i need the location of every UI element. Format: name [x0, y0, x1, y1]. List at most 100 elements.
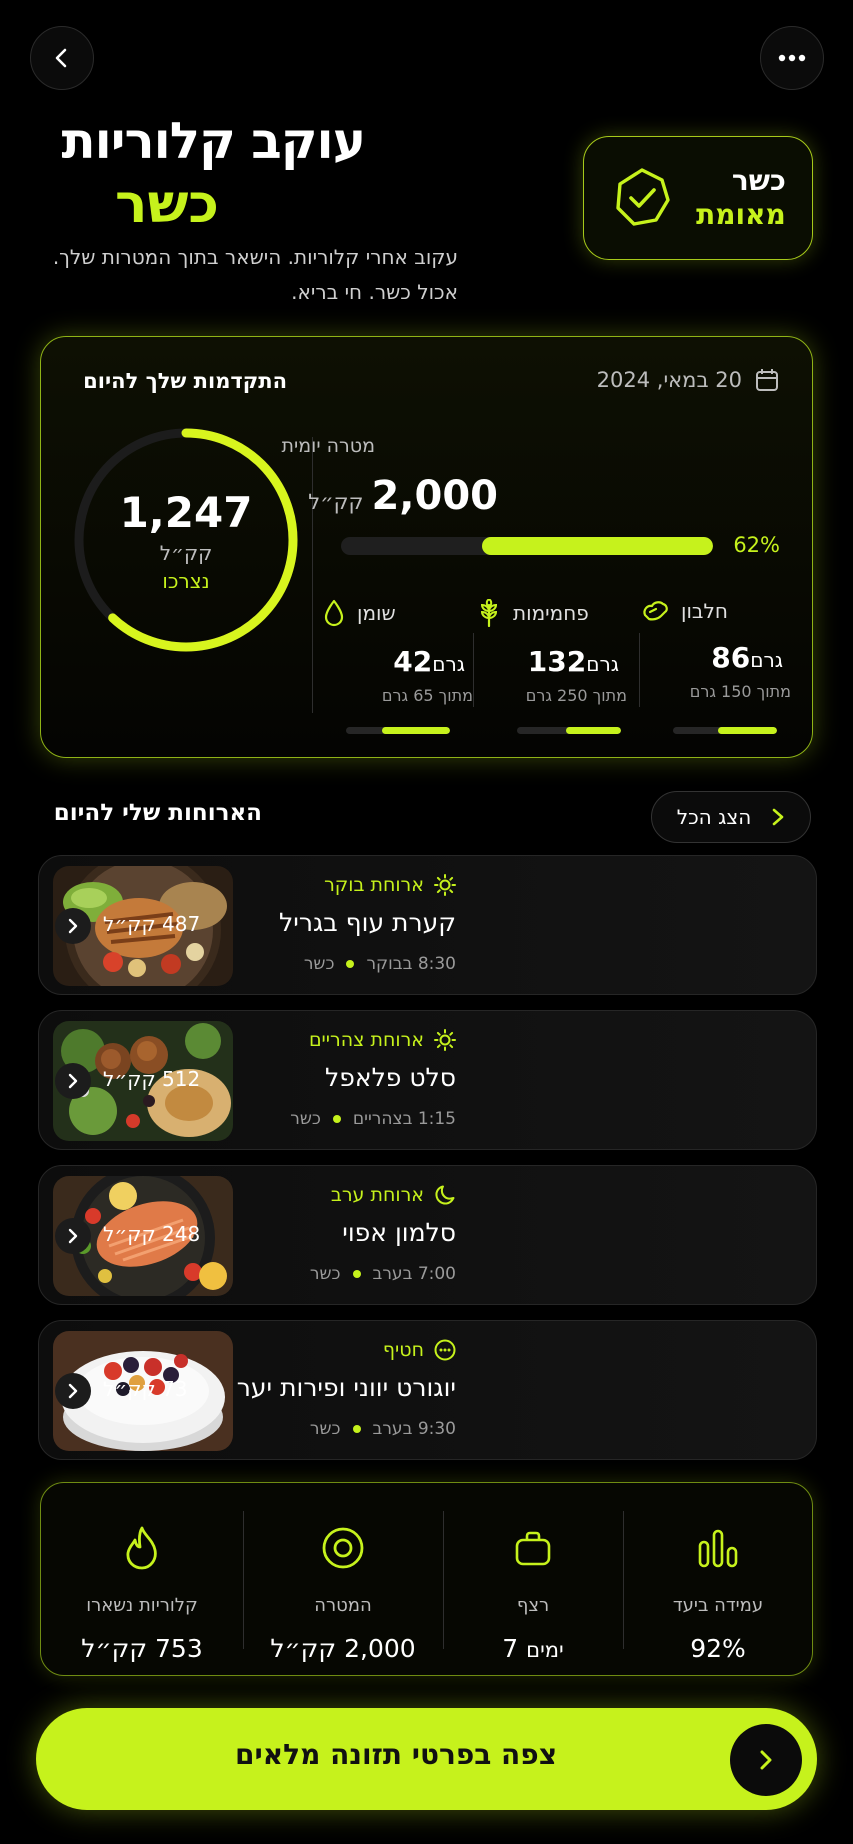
macro-carbs-name: פחמימות — [513, 601, 589, 625]
daily-goal-number: 2,000 — [371, 473, 498, 519]
macro-fat-value: גרם42 — [323, 645, 473, 678]
meal-category-label: ארוחת בוקר — [324, 874, 424, 896]
stat-adherence: עמידה ביעד 92% — [623, 1483, 813, 1677]
cta-arrow — [730, 1724, 802, 1796]
daily-progress-card: התקדמות שלך להיום 20 במאי, 2024 1,247 קק… — [40, 336, 813, 758]
meal-category: ארוחת צהריים — [309, 1029, 456, 1051]
meal-meta: 7:00 בערב כשר — [310, 1264, 456, 1284]
see-all-label: הצג הכל — [676, 805, 752, 829]
meal-category: חטיף — [383, 1339, 456, 1361]
sun-icon — [434, 1029, 456, 1051]
sun-icon — [434, 874, 456, 896]
calendar-icon — [756, 369, 778, 391]
macro-protein: חלבון גרם86 מתוך 150 גרם — [641, 599, 791, 701]
meal-meta: 8:30 בבוקר כשר — [304, 954, 456, 974]
chevron-right-icon — [772, 808, 784, 826]
view-nutrition-details-button[interactable]: צפה בפרטי תזונה מלאים — [36, 1708, 817, 1810]
chevron-left-icon — [55, 48, 67, 68]
chevron-right-icon — [68, 1228, 78, 1244]
meal-card[interactable]: ארוחת צהריים סלט פלאפל 1:15 בצהריים כשר … — [38, 1010, 817, 1150]
macro-carbs: פחמימות גרם132 מתוך 250 גרם — [477, 599, 627, 705]
meal-open-button[interactable] — [55, 908, 91, 944]
meal-calories: 73 קק״ל — [103, 1377, 188, 1401]
macro-protein-value: גרם86 — [641, 641, 791, 674]
stat-goal: המטרה 2,000 קק״ל — [243, 1483, 443, 1677]
divider — [443, 1511, 444, 1649]
dots-icon — [434, 1339, 456, 1361]
stat-streak: רצף ימים 7 — [443, 1483, 623, 1677]
daily-goal-value: 2,000 קק״ל — [308, 473, 498, 519]
verified-check-icon — [616, 168, 670, 226]
meal-open-button[interactable] — [55, 1218, 91, 1254]
meal-meta-dot — [352, 1425, 361, 1433]
more-dots-icon — [778, 54, 806, 62]
meal-category-label: ארוחת צהריים — [308, 1029, 424, 1051]
badge-text: כשר מאומת — [696, 164, 786, 232]
chevron-right-icon — [68, 918, 78, 934]
stat-remaining-label: קלוריות נשארו — [86, 1595, 198, 1616]
calorie-ring-label: 1,247 קק״ל נצרכו — [67, 421, 305, 659]
stat-streak-label: רצף — [516, 1595, 550, 1616]
meal-meta-dot — [352, 1270, 361, 1278]
cta-label: צפה בפרטי תזונה מלאים — [235, 1738, 557, 1771]
divider — [623, 1511, 624, 1649]
page-subtitle: עקוב אחרי קלוריות. הישאר בתוך המטרות שלך… — [52, 245, 458, 304]
meal-time: 9:30 בערב — [372, 1419, 457, 1439]
target-icon — [322, 1527, 364, 1569]
progress-card-title: התקדמות שלך להיום — [83, 369, 287, 393]
divider — [639, 633, 640, 707]
meal-tag: כשר — [290, 1109, 321, 1129]
meal-name: קערת עוף בגריל — [279, 908, 456, 937]
meal-meta: 1:15 בצהריים כשר — [290, 1109, 456, 1129]
drop-icon — [324, 599, 344, 627]
macro-carbs-unit: גרם — [586, 652, 619, 676]
macro-fat-of: מתוך 65 גרם — [381, 686, 473, 705]
meal-name: סלט פלאפל — [325, 1063, 456, 1092]
meal-tag: כשר — [309, 1264, 341, 1284]
goal-percent: 62% — [733, 533, 780, 557]
macro-carbs-value: גרם132 — [477, 645, 627, 678]
bars-icon — [698, 1529, 738, 1568]
meal-tag: כשר — [303, 954, 335, 974]
meal-name: יוגורט יווני ופירות יער — [236, 1373, 456, 1402]
goal-progress-fill — [482, 537, 713, 555]
meal-category-label: ארוחת ערב — [330, 1184, 424, 1206]
stat-adherence-value: 92% — [690, 1634, 746, 1663]
macro-protein-bar-fill — [717, 727, 777, 734]
stat-goal-label: המטרה — [314, 1595, 372, 1616]
stat-goal-value: 2,000 קק״ל — [270, 1634, 416, 1663]
meal-open-button[interactable] — [55, 1373, 91, 1409]
badge-line1: כשר — [731, 164, 786, 197]
macro-fat-unit: גרם — [432, 652, 465, 676]
macro-carbs-number: 132 — [527, 645, 587, 678]
macro-fat-name: שומן — [357, 601, 396, 625]
macro-fat-bar-fill — [382, 727, 450, 734]
stat-streak-number: 7 — [502, 1634, 519, 1663]
meals-section-title: הארוחות שלי להיום — [53, 800, 262, 826]
chevron-right-icon — [68, 1383, 78, 1399]
macro-protein-bar — [673, 727, 777, 734]
meal-card[interactable]: ארוחת בוקר קערת עוף בגריל 8:30 בבוקר כשר… — [38, 855, 817, 995]
daily-goal-label: מטרה יומית — [281, 435, 375, 457]
macro-protein-of: מתוך 150 גרם — [689, 682, 791, 701]
moon-icon — [435, 1185, 455, 1205]
chevron-right-icon — [68, 1073, 78, 1089]
page-title: עוקב קלוריות — [61, 112, 366, 170]
meal-meta-dot — [332, 1115, 341, 1123]
meal-time: 7:00 בערב — [372, 1264, 457, 1284]
meal-time: 8:30 בבוקר — [366, 954, 456, 974]
wheat-icon — [480, 599, 498, 627]
macro-fat: שומן גרם42 מתוך 65 גרם — [323, 599, 473, 705]
badge-line2: מאומת — [696, 198, 786, 231]
macro-protein-name: חלבון — [681, 599, 728, 623]
kosher-verified-badge: כשר מאומת — [583, 136, 813, 260]
more-button[interactable] — [760, 26, 824, 90]
meal-open-button[interactable] — [55, 1063, 91, 1099]
macro-fat-bar — [346, 727, 450, 734]
meal-card[interactable]: ארוחת ערב סלמון אפוי 7:00 בערב כשר 248 ק… — [38, 1165, 817, 1305]
progress-date: 20 במאי, 2024 — [597, 367, 780, 393]
meal-card[interactable]: חטיף יוגורט יווני ופירות יער 9:30 בערב כ… — [38, 1320, 817, 1460]
see-all-button[interactable]: הצג הכל — [651, 791, 811, 843]
back-button[interactable] — [30, 26, 94, 90]
macro-protein-number: 86 — [711, 641, 751, 674]
